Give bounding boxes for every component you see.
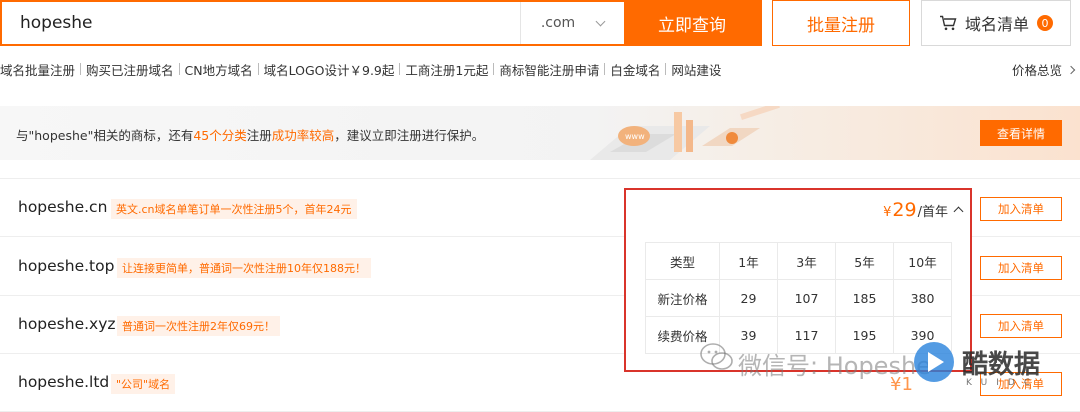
domain-list-button[interactable]: 域名清单 0 bbox=[921, 0, 1071, 46]
banner-text-part: 注册 bbox=[246, 128, 272, 143]
nav-item-batch[interactable]: 域名批量注册 bbox=[0, 60, 80, 79]
table-header-cell: 3年 bbox=[777, 242, 836, 280]
price-overview-label: 价格总览 bbox=[1011, 63, 1062, 78]
cart-icon bbox=[939, 15, 957, 31]
add-to-list-button[interactable]: 加入清单 bbox=[980, 372, 1062, 396]
table-cell: 380 bbox=[893, 279, 952, 317]
price-currency: ¥ bbox=[883, 205, 892, 220]
chevron-up-icon bbox=[953, 206, 964, 216]
promo-tag: "公司"域名 bbox=[111, 374, 176, 394]
domain-name: hopeshe.top bbox=[18, 257, 115, 275]
table-header-cell: 5年 bbox=[835, 242, 894, 280]
chevron-right-icon bbox=[1066, 65, 1076, 74]
table-cell: 390 bbox=[893, 316, 952, 354]
price-table: 类型 1年 3年 5年 10年 新注价格 29 107 185 380 续费价格… bbox=[645, 242, 952, 354]
banner-text: 与"hopeshe"相关的商标，还有45个分类注册成功率较高，建议立即注册进行保… bbox=[16, 125, 484, 144]
add-to-list-button[interactable]: 加入清单 bbox=[980, 197, 1062, 221]
banner-illustration: www bbox=[590, 106, 780, 160]
table-cell: 195 bbox=[835, 316, 894, 354]
trademark-banner: 与"hopeshe"相关的商标，还有45个分类注册成功率较高，建议立即注册进行保… bbox=[0, 106, 1080, 160]
row-price-partial: ¥1 bbox=[890, 374, 913, 395]
domain-name: hopeshe.cn bbox=[18, 198, 108, 216]
row-label: 续费价格 bbox=[645, 316, 720, 354]
domain-list-label: 域名清单 bbox=[964, 15, 1029, 34]
price-toggle[interactable]: ¥ 29 /首年 bbox=[883, 199, 964, 221]
table-row: 续费价格 39 117 195 390 bbox=[645, 316, 952, 354]
banner-text-part: ，建议立即注册进行保护。 bbox=[334, 128, 485, 143]
table-cell: 39 bbox=[719, 316, 778, 354]
view-details-button[interactable]: 查看详情 bbox=[980, 120, 1062, 146]
suffix-value: .com bbox=[540, 15, 576, 31]
search-input[interactable] bbox=[2, 2, 520, 44]
banner-highlight-classes: 45个分类 bbox=[193, 128, 247, 143]
suffix-select[interactable]: .com bbox=[520, 2, 624, 44]
banner-www-label: www bbox=[625, 132, 645, 141]
banner-text-part: 与"hopeshe"相关的商标，还有 bbox=[16, 128, 194, 143]
banner-highlight-success: 成功率较高 bbox=[271, 128, 335, 143]
search-button[interactable]: 立即查询 bbox=[624, 2, 760, 44]
table-cell: 29 bbox=[719, 279, 778, 317]
nav-item-business-registration[interactable]: 工商注册1元起 bbox=[400, 60, 493, 79]
nav-item-cn-local[interactable]: CN地方域名 bbox=[180, 60, 258, 79]
nav-item-buy-registered[interactable]: 购买已注册域名 bbox=[81, 60, 179, 79]
promo-tag: 普通词一次性注册2年仅69元！ bbox=[117, 316, 280, 336]
domain-name: hopeshe.ltd bbox=[18, 373, 110, 391]
table-header-cell: 类型 bbox=[645, 242, 720, 280]
quick-nav: 域名批量注册 购买已注册域名 CN地方域名 域名LOGO设计￥9.9起 工商注册… bbox=[0, 60, 726, 78]
promo-tag: 英文.cn域名单笔订单一次性注册5个，首年24元 bbox=[111, 199, 357, 219]
row-label: 新注价格 bbox=[645, 279, 720, 317]
promo-tag: 让连接更简单，普通词一次性注册10年仅188元！ bbox=[117, 258, 371, 278]
domain-name: hopeshe.xyz bbox=[18, 315, 116, 333]
price-amount: 29 bbox=[892, 199, 917, 221]
add-to-list-button[interactable]: 加入清单 bbox=[980, 314, 1062, 338]
nav-item-trademark[interactable]: 商标智能注册申请 bbox=[494, 60, 604, 79]
price-unit: /首年 bbox=[917, 205, 948, 220]
nav-item-logo-design[interactable]: 域名LOGO设计￥9.9起 bbox=[259, 60, 400, 79]
table-cell: 185 bbox=[835, 279, 894, 317]
price-table-header: 类型 1年 3年 5年 10年 bbox=[645, 242, 952, 280]
nav-item-platinum[interactable]: 白金域名 bbox=[605, 60, 665, 79]
price-overview-link[interactable]: 价格总览 bbox=[1011, 60, 1076, 79]
table-header-cell: 10年 bbox=[893, 242, 952, 280]
price-popup: ¥ 29 /首年 类型 1年 3年 5年 10年 新注价格 29 107 185… bbox=[624, 188, 972, 372]
nav-item-website-building[interactable]: 网站建设 bbox=[666, 60, 726, 79]
table-header-cell: 1年 bbox=[719, 242, 778, 280]
batch-register-button[interactable]: 批量注册 bbox=[772, 0, 910, 46]
add-to-list-button[interactable]: 加入清单 bbox=[980, 256, 1062, 280]
table-cell: 107 bbox=[777, 279, 836, 317]
list-count-badge: 0 bbox=[1037, 15, 1053, 31]
chevron-down-icon bbox=[595, 16, 606, 26]
search-box: .com 立即查询 bbox=[0, 0, 762, 46]
table-row: 新注价格 29 107 185 380 bbox=[645, 279, 952, 317]
table-cell: 117 bbox=[777, 316, 836, 354]
